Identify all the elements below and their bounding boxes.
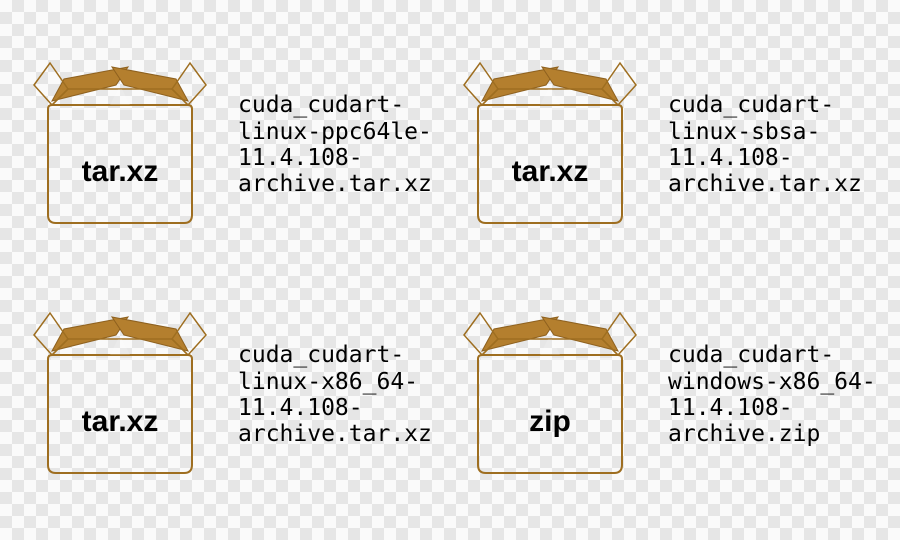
file-name-label: cuda_cudart- linux-sbsa- 11.4.108- archi…	[668, 92, 862, 198]
archive-box-icon: zip	[450, 295, 650, 495]
archive-box-icon: tar.xz	[20, 295, 220, 495]
archive-type-label: tar.xz	[512, 155, 589, 188]
file-icon-grid: tar.xz cuda_cudart- linux-ppc64le- 11.4.…	[0, 0, 900, 520]
file-item[interactable]: tar.xz cuda_cudart- linux-x86_64- 11.4.1…	[20, 270, 450, 520]
archive-type-label: tar.xz	[82, 155, 159, 188]
file-name-label: cuda_cudart- linux-x86_64- 11.4.108- arc…	[238, 342, 432, 448]
file-item[interactable]: tar.xz cuda_cudart- linux-sbsa- 11.4.108…	[450, 20, 880, 270]
file-name-label: cuda_cudart- linux-ppc64le- 11.4.108- ar…	[238, 92, 432, 198]
archive-box-icon: tar.xz	[450, 45, 650, 245]
file-item[interactable]: tar.xz cuda_cudart- linux-ppc64le- 11.4.…	[20, 20, 450, 270]
archive-box-icon: tar.xz	[20, 45, 220, 245]
archive-type-label: tar.xz	[82, 405, 159, 438]
archive-type-label: zip	[529, 405, 571, 438]
file-name-label: cuda_cudart- windows-x86_64- 11.4.108- a…	[668, 342, 876, 448]
file-item[interactable]: zip cuda_cudart- windows-x86_64- 11.4.10…	[450, 270, 880, 520]
